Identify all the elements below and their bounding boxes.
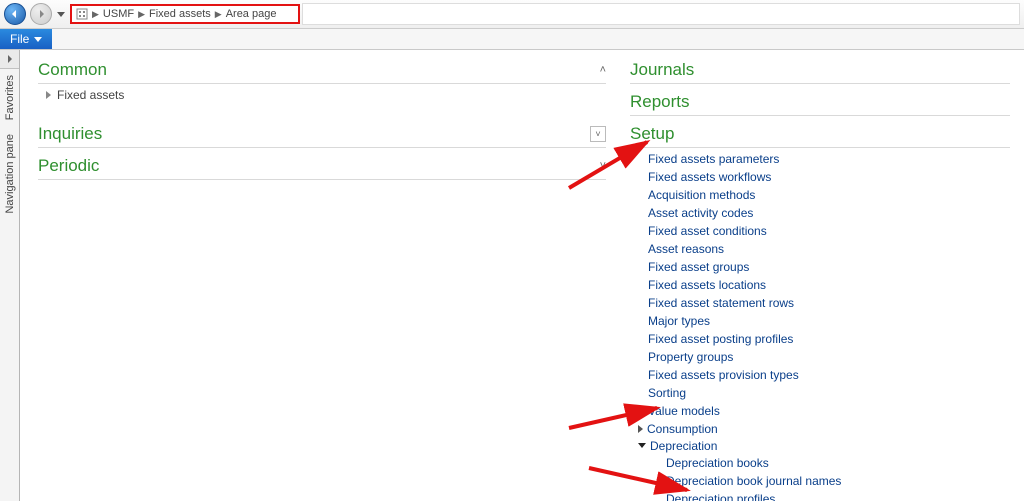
setup-link[interactable]: Acquisition methods [648,186,1010,204]
forward-button[interactable] [30,3,52,25]
section-inquiries[interactable]: Inquiries ˅ [38,120,606,148]
chevron-right-icon: ▶ [92,9,99,20]
chevron-down-icon[interactable]: ˅ [590,126,606,142]
navigation-pane-label: Navigation pane [4,134,16,214]
collapse-icon [638,443,646,448]
breadcrumb-root-icon [76,8,88,20]
section-common[interactable]: Common ˄ [38,56,606,84]
setup-link[interactable]: Property groups [648,348,1010,366]
setup-group-depreciation[interactable]: Depreciation [638,437,1010,454]
setup-link[interactable]: Fixed assets parameters [648,150,1010,168]
breadcrumb[interactable]: ▶ USMF ▶ Fixed assets ▶ Area page [70,4,300,24]
history-dropdown[interactable] [56,3,66,25]
favorites-pane-collapsed[interactable]: Favorites Navigation pane [0,50,20,501]
right-column: Journals Reports Setup Fixed assets para… [630,56,1010,499]
setup-link[interactable]: Fixed assets workflows [648,168,1010,186]
setup-link[interactable]: Asset reasons [648,240,1010,258]
expand-icon [46,91,51,99]
chevron-up-icon: ˄ [600,64,606,76]
left-column: Common ˄ Fixed assets Inquiries ˅ Period… [38,56,606,499]
setup-link[interactable]: Fixed asset conditions [648,222,1010,240]
area-page-content: Common ˄ Fixed assets Inquiries ˅ Period… [20,50,1024,501]
ribbon: File [0,29,1024,50]
depreciation-link[interactable]: Depreciation profiles [666,490,1010,501]
setup-link[interactable]: Fixed asset posting profiles [648,330,1010,348]
breadcrumb-company[interactable]: USMF [103,8,134,20]
section-common-title: Common [38,60,107,80]
setup-group-consumption[interactable]: Consumption [638,420,1010,437]
favorites-expand-button[interactable] [0,50,19,69]
setup-link[interactable]: Sorting [648,384,1010,402]
section-inquiries-title: Inquiries [38,124,102,144]
setup-link[interactable]: Value models [648,402,1010,420]
common-item-fixed-assets[interactable]: Fixed assets [38,84,606,106]
section-periodic-title: Periodic [38,156,99,176]
depreciation-link[interactable]: Depreciation book journal names [666,472,1010,490]
section-journals-title: Journals [630,60,694,80]
address-bar-remainder[interactable] [302,3,1020,25]
setup-group-label: Consumption [647,422,718,436]
setup-link[interactable]: Major types [648,312,1010,330]
setup-group-label: Depreciation [650,439,717,453]
common-item-label: Fixed assets [57,88,124,102]
file-menu-label: File [10,32,29,46]
setup-link[interactable]: Fixed asset groups [648,258,1010,276]
breadcrumb-page[interactable]: Area page [226,8,277,20]
section-journals[interactable]: Journals [630,56,1010,84]
chevron-down-icon: ˅ [600,160,606,172]
setup-link[interactable]: Asset activity codes [648,204,1010,222]
workspace: Favorites Navigation pane Common ˄ Fixed… [0,50,1024,501]
section-reports-title: Reports [630,92,690,112]
back-button[interactable] [4,3,26,25]
chevron-right-icon: ▶ [215,9,222,20]
file-menu[interactable]: File [0,29,52,49]
chevron-right-icon: ▶ [138,9,145,20]
setup-links: Fixed assets parameters Fixed assets wor… [630,148,1010,501]
breadcrumb-module[interactable]: Fixed assets [149,8,211,20]
section-setup[interactable]: Setup [630,120,1010,148]
section-setup-title: Setup [630,124,674,144]
favorites-pane-label: Favorites [4,75,16,120]
section-periodic[interactable]: Periodic ˅ [38,152,606,180]
setup-link[interactable]: Fixed asset statement rows [648,294,1010,312]
setup-link[interactable]: Fixed assets provision types [648,366,1010,384]
chevron-down-icon [34,37,42,42]
section-reports[interactable]: Reports [630,88,1010,116]
address-bar: ▶ USMF ▶ Fixed assets ▶ Area page [0,0,1024,29]
depreciation-link[interactable]: Depreciation books [666,454,1010,472]
expand-icon [638,425,643,433]
setup-link[interactable]: Fixed assets locations [648,276,1010,294]
